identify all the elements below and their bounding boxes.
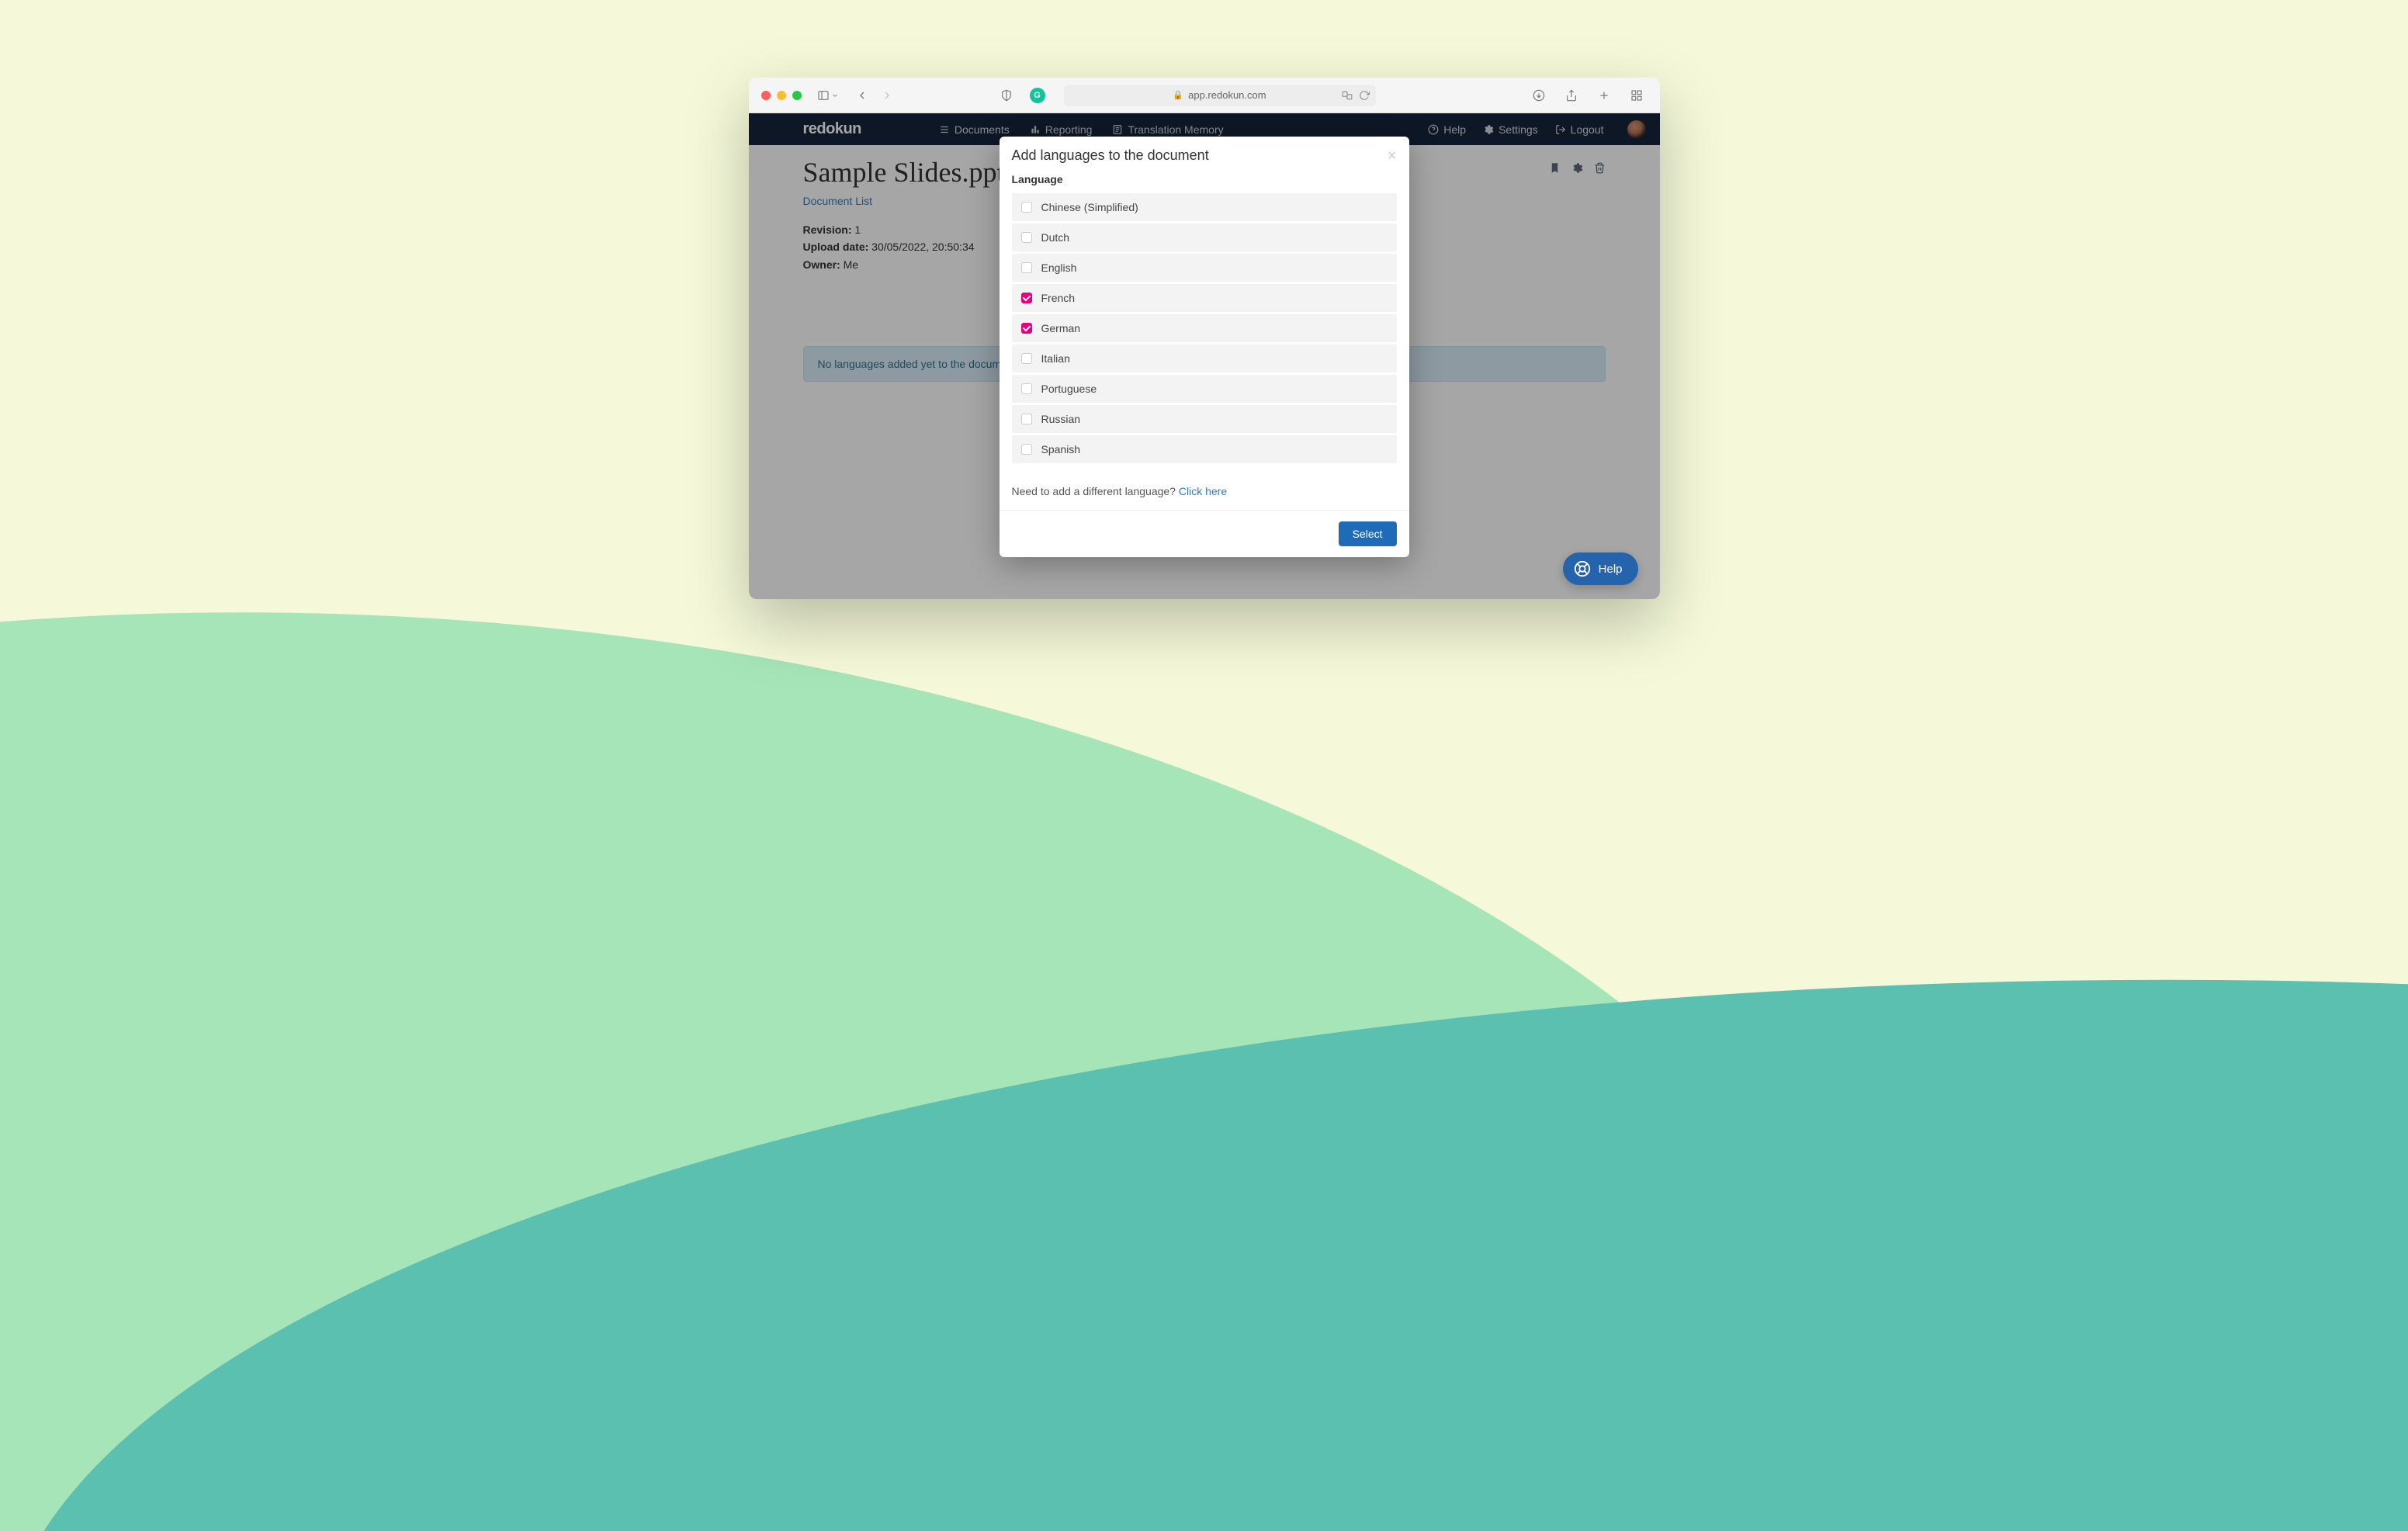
language-checkbox[interactable] xyxy=(1021,444,1032,455)
language-name: Dutch xyxy=(1041,231,1070,244)
forward-button[interactable] xyxy=(876,85,898,106)
browser-window: G 🔒 app.redokun.com xyxy=(749,78,1660,599)
modal-title: Add languages to the document xyxy=(1012,147,1209,164)
chevron-down-icon xyxy=(831,92,839,99)
grid-icon xyxy=(1630,89,1643,102)
browser-toolbar: G 🔒 app.redokun.com xyxy=(749,78,1660,113)
help-fab-button[interactable]: Help xyxy=(1563,552,1638,585)
select-button[interactable]: Select xyxy=(1339,521,1397,546)
language-name: English xyxy=(1041,262,1077,274)
chevron-left-icon xyxy=(856,89,868,102)
language-option[interactable]: German xyxy=(1012,314,1397,342)
grammarly-extension-icon[interactable]: G xyxy=(1030,88,1045,103)
privacy-shield-button[interactable] xyxy=(996,85,1017,106)
url-host-text: app.redokun.com xyxy=(1188,89,1266,101)
share-icon xyxy=(1565,89,1578,102)
language-checkbox[interactable] xyxy=(1021,202,1032,213)
modal-header: Add languages to the document × xyxy=(1000,137,1409,173)
chevron-right-icon xyxy=(881,89,893,102)
language-option[interactable]: English xyxy=(1012,254,1397,282)
language-checkbox[interactable] xyxy=(1021,414,1032,424)
language-checkbox[interactable] xyxy=(1021,323,1032,334)
language-name: Portuguese xyxy=(1041,383,1097,395)
tab-overview-button[interactable] xyxy=(1626,85,1647,106)
sidebar-toggle-button[interactable] xyxy=(817,85,839,106)
window-maximize-button[interactable] xyxy=(792,91,802,100)
add-languages-modal: Add languages to the document × Language… xyxy=(1000,137,1409,557)
different-language-prompt: Need to add a different language? Click … xyxy=(1012,485,1397,497)
language-name: Russian xyxy=(1041,413,1081,425)
share-button[interactable] xyxy=(1561,85,1582,106)
modal-footer: Select xyxy=(1000,510,1409,557)
language-name: French xyxy=(1041,292,1076,304)
traffic-lights xyxy=(761,91,802,100)
download-icon xyxy=(1533,89,1545,102)
language-option[interactable]: Dutch xyxy=(1012,223,1397,251)
language-option[interactable]: Spanish xyxy=(1012,435,1397,463)
language-option[interactable]: French xyxy=(1012,284,1397,312)
lock-icon: 🔒 xyxy=(1173,90,1183,100)
reload-icon[interactable] xyxy=(1359,90,1370,101)
lifebuoy-icon xyxy=(1574,560,1591,577)
diff-lang-link[interactable]: Click here xyxy=(1179,485,1227,497)
downloads-button[interactable] xyxy=(1528,85,1550,106)
window-minimize-button[interactable] xyxy=(777,91,786,100)
language-option[interactable]: Italian xyxy=(1012,345,1397,372)
modal-body: Language Chinese (Simplified) Dutch Englis… xyxy=(1000,173,1409,510)
language-option[interactable]: Chinese (Simplified) xyxy=(1012,193,1397,221)
shield-icon xyxy=(1000,89,1013,102)
sidebar-icon xyxy=(817,89,830,102)
language-checkbox[interactable] xyxy=(1021,383,1032,394)
language-checkbox[interactable] xyxy=(1021,353,1032,364)
new-tab-button[interactable] xyxy=(1593,85,1615,106)
language-name: Chinese (Simplified) xyxy=(1041,201,1138,213)
language-name: Spanish xyxy=(1041,443,1081,455)
address-bar[interactable]: 🔒 app.redokun.com xyxy=(1064,85,1376,106)
language-option[interactable]: Russian xyxy=(1012,405,1397,433)
language-name: Italian xyxy=(1041,352,1070,365)
back-button[interactable] xyxy=(851,85,873,106)
help-fab-label: Help xyxy=(1599,563,1623,576)
language-option[interactable]: Portuguese xyxy=(1012,375,1397,403)
window-close-button[interactable] xyxy=(761,91,771,100)
modal-close-button[interactable]: × xyxy=(1388,148,1397,164)
language-section-label: Language xyxy=(1012,173,1397,185)
language-checkbox[interactable] xyxy=(1021,232,1032,243)
diff-lang-text: Need to add a different language? xyxy=(1012,485,1179,497)
translate-icon[interactable] xyxy=(1342,90,1353,101)
language-checkbox[interactable] xyxy=(1021,262,1032,273)
plus-icon xyxy=(1598,89,1610,102)
language-name: German xyxy=(1041,322,1081,334)
app-viewport: redokun Documents Reporting Translation … xyxy=(749,113,1660,599)
language-checkbox[interactable] xyxy=(1021,293,1032,303)
language-list: Chinese (Simplified) Dutch English French Ge… xyxy=(1012,193,1397,463)
